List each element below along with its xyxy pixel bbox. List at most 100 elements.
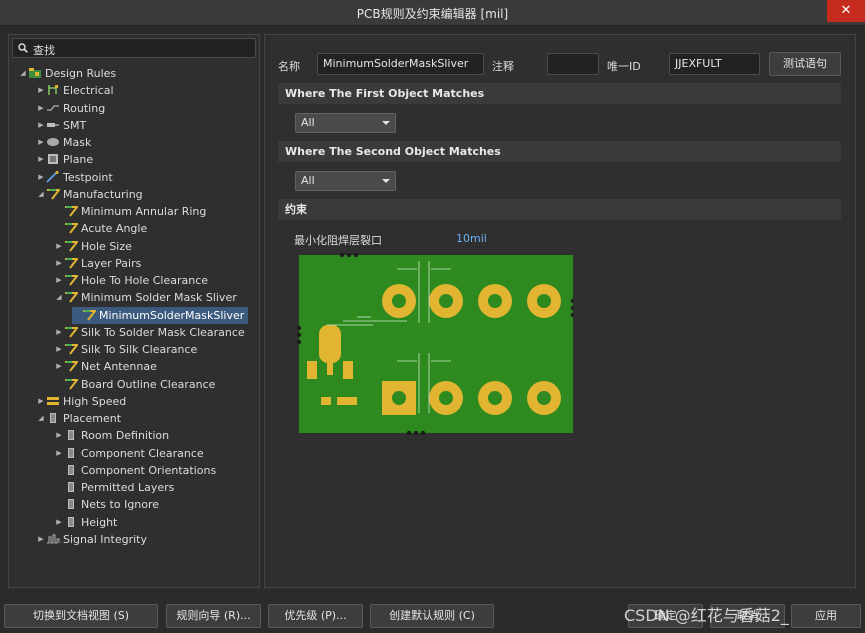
tree-item-label: Testpoint bbox=[63, 170, 113, 184]
title-bar: PCB规则及约束编辑器 [mil] ✕ bbox=[0, 0, 865, 26]
tree-item-label: Component Orientations bbox=[81, 463, 217, 477]
expand-arrow-icon[interactable]: ▶ bbox=[54, 514, 64, 531]
tree-item-electrical[interactable]: ▶ Electrical bbox=[36, 82, 114, 99]
expand-arrow-icon[interactable]: ▶ bbox=[36, 100, 46, 117]
plane-icon bbox=[46, 153, 60, 165]
chevron-down-icon bbox=[382, 121, 390, 125]
create-default-rules-button[interactable]: 创建默认规则 (C) bbox=[370, 604, 494, 628]
tree-item-layer-pairs[interactable]: ▶ Layer Pairs bbox=[54, 255, 141, 272]
tree-item-nets-to-ignore[interactable]: Nets to Ignore bbox=[54, 496, 159, 513]
expand-arrow-icon[interactable]: ▶ bbox=[54, 324, 64, 341]
rule-icon bbox=[64, 240, 80, 252]
unique-id-field[interactable]: JJEXFULT bbox=[669, 53, 760, 75]
tree-item-board-outline-clearance[interactable]: Board Outline Clearance bbox=[54, 376, 215, 393]
first-object-dropdown[interactable]: All bbox=[295, 113, 396, 133]
expand-arrow-icon[interactable]: ▶ bbox=[36, 531, 46, 548]
tree-item-placement[interactable]: ◢ Placement bbox=[36, 410, 121, 427]
rule-wizard-button[interactable]: 规则向导 (R)... bbox=[166, 604, 261, 628]
tree-item-component-orientations[interactable]: Component Orientations bbox=[54, 462, 216, 479]
tree-item-signal-integrity[interactable]: ▶ Signal Integrity bbox=[36, 531, 147, 548]
second-object-value: All bbox=[301, 174, 315, 187]
search-placeholder: 查找 bbox=[33, 44, 55, 57]
tree-item-room-definition[interactable]: ▶ Room Definition bbox=[54, 427, 169, 444]
tree-item-mask[interactable]: ▶ Mask bbox=[36, 134, 91, 151]
expand-arrow-icon[interactable]: ▶ bbox=[54, 341, 64, 358]
rule-icon bbox=[64, 222, 80, 234]
expand-arrow-icon[interactable]: ▶ bbox=[54, 255, 64, 272]
tree-item-permitted-layers[interactable]: Permitted Layers bbox=[54, 479, 174, 496]
second-object-dropdown[interactable]: All bbox=[295, 171, 396, 191]
expand-arrow-icon[interactable]: ▶ bbox=[54, 445, 64, 462]
name-field[interactable]: MinimumSolderMaskSliver bbox=[317, 53, 484, 75]
rule-icon bbox=[64, 274, 80, 286]
collapse-arrow-icon[interactable]: ◢ bbox=[18, 65, 28, 82]
tree-item-manufacturing[interactable]: ◢ Manufacturing bbox=[36, 186, 142, 203]
expand-arrow-icon[interactable]: ▶ bbox=[36, 117, 46, 134]
design-rules-icon bbox=[28, 67, 42, 79]
first-object-value: All bbox=[301, 116, 315, 129]
tree-item-smt[interactable]: ▶ SMT bbox=[36, 117, 86, 134]
tree-item-hole-size[interactable]: ▶ Hole Size bbox=[54, 238, 132, 255]
expand-arrow-icon[interactable]: ▶ bbox=[54, 358, 64, 375]
tree-item-label: Electrical bbox=[63, 84, 114, 98]
expand-arrow-icon[interactable]: ▶ bbox=[36, 134, 46, 151]
expand-arrow-icon[interactable]: ▶ bbox=[36, 393, 46, 410]
tree-item-minimum-solder-mask-sliver[interactable]: ◢ Minimum Solder Mask Sliver bbox=[54, 289, 236, 306]
placement-rule-icon bbox=[64, 516, 78, 528]
tree-item-height[interactable]: ▶ Height bbox=[54, 514, 117, 531]
routing-icon bbox=[46, 102, 60, 114]
close-button[interactable]: ✕ bbox=[827, 0, 865, 22]
rule-icon bbox=[64, 360, 80, 372]
rule-icon bbox=[82, 309, 98, 321]
comment-field[interactable] bbox=[547, 53, 599, 75]
tree-item-label: MinimumSolderMaskSliver bbox=[99, 308, 245, 322]
tree-item-component-clearance[interactable]: ▶ Component Clearance bbox=[54, 445, 204, 462]
tree-item-silk-to-solder-mask-clearance[interactable]: ▶ Silk To Solder Mask Clearance bbox=[54, 324, 245, 341]
tree-item-testpoint[interactable]: ▶ Testpoint bbox=[36, 169, 113, 186]
expand-arrow-icon[interactable]: ▶ bbox=[36, 169, 46, 186]
expand-arrow-icon[interactable]: ▶ bbox=[36, 82, 46, 99]
testpoint-icon bbox=[46, 170, 60, 183]
collapse-arrow-icon[interactable]: ◢ bbox=[36, 186, 46, 203]
tree-item-minimumsoldermasksliver[interactable]: MinimumSolderMaskSliver bbox=[72, 306, 249, 324]
tree-item-acute-angle[interactable]: Acute Angle bbox=[54, 220, 147, 237]
tree-item-label: Board Outline Clearance bbox=[81, 377, 216, 391]
sliver-param-label: 最小化阻焊层裂口 bbox=[294, 234, 382, 247]
apply-button[interactable]: 应用 bbox=[791, 604, 861, 628]
tree-item-label: Placement bbox=[63, 412, 122, 425]
signal-integrity-icon bbox=[46, 533, 60, 545]
tree-item-net-antennae[interactable]: ▶ Net Antennae bbox=[54, 358, 157, 375]
first-object-header: Where The First Object Matches bbox=[278, 83, 841, 104]
second-object-header: Where The Second Object Matches bbox=[278, 141, 841, 162]
tree-item-hole-to-hole-clearance[interactable]: ▶ Hole To Hole Clearance bbox=[54, 272, 208, 289]
tree-item-label: Component Clearance bbox=[81, 446, 204, 460]
tree-item-label: Layer Pairs bbox=[81, 256, 142, 270]
tree-item-design-rules[interactable]: ◢ Design Rules bbox=[18, 65, 116, 82]
expand-arrow-icon[interactable]: ▶ bbox=[54, 427, 64, 444]
expand-arrow-icon[interactable]: ▶ bbox=[36, 151, 46, 168]
collapse-arrow-icon[interactable]: ◢ bbox=[54, 289, 64, 306]
expand-arrow-icon[interactable]: ▶ bbox=[54, 272, 64, 289]
search-box[interactable]: 查找 bbox=[12, 38, 256, 58]
search-icon bbox=[18, 43, 28, 53]
placement-icon bbox=[46, 412, 60, 424]
placement-rule-icon bbox=[64, 498, 78, 510]
rule-icon bbox=[64, 326, 80, 338]
tree-item-plane[interactable]: ▶ Plane bbox=[36, 151, 93, 168]
tree-item-routing[interactable]: ▶ Routing bbox=[36, 100, 105, 117]
priorities-button[interactable]: 优先级 (P)... bbox=[268, 604, 363, 628]
tree-item-label: Nets to Ignore bbox=[81, 498, 160, 512]
tree-item-label: Silk To Solder Mask Clearance bbox=[81, 325, 245, 339]
manufacturing-icon bbox=[46, 188, 62, 200]
tree-item-high-speed[interactable]: ▶ High Speed bbox=[36, 393, 126, 410]
tree-item-label: Minimum Annular Ring bbox=[81, 205, 207, 218]
tree-item-minimum-annular-ring[interactable]: Minimum Annular Ring bbox=[54, 203, 206, 220]
test-query-button[interactable]: 测试语句 bbox=[769, 52, 841, 76]
rule-icon bbox=[64, 291, 80, 303]
expand-arrow-icon[interactable]: ▶ bbox=[54, 238, 64, 255]
tree-item-silk-to-silk-clearance[interactable]: ▶ Silk To Silk Clearance bbox=[54, 341, 197, 358]
switch-document-view-button[interactable]: 切换到文档视图 (S) bbox=[4, 604, 158, 628]
collapse-arrow-icon[interactable]: ◢ bbox=[36, 410, 46, 427]
tree-item-label: Plane bbox=[63, 153, 94, 167]
sliver-value[interactable]: 10mil bbox=[456, 232, 487, 245]
